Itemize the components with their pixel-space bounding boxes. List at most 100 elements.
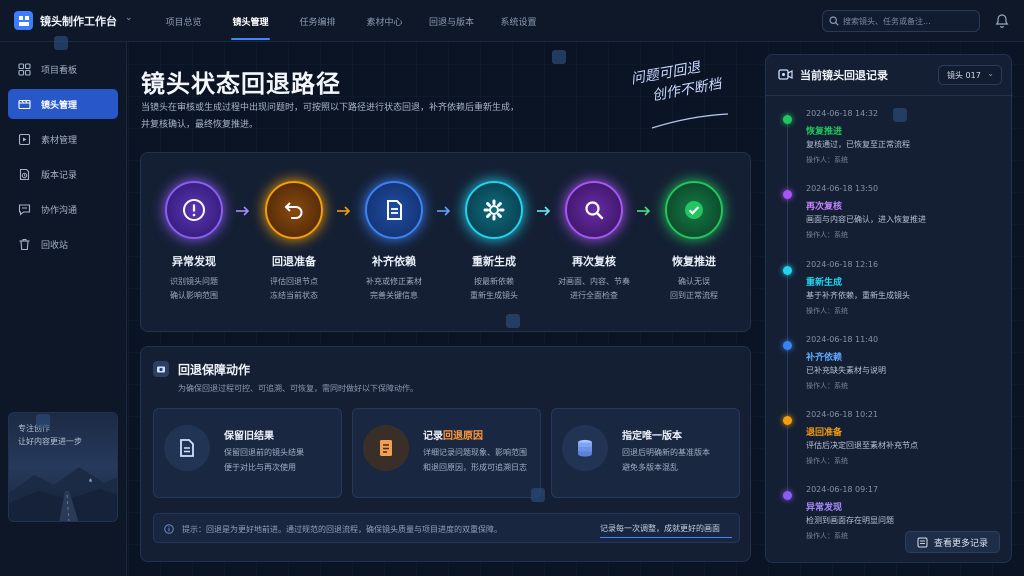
watermark-icon: [36, 414, 50, 428]
record-time: 2024-06-18 10:21: [806, 410, 879, 419]
record-time: 2024-06-18 13:50: [806, 184, 879, 193]
guard-card-title: 记录回退原因: [423, 431, 483, 442]
sidebar-item-asset-management[interactable]: 素材管理: [8, 124, 118, 154]
timeline-item[interactable]: 2024-06-18 11:40 补齐依赖 已补充缺失素材与说明 操作人：系统: [766, 329, 1013, 399]
step-desc-1: 对画面、内容、节奏: [558, 277, 630, 286]
watermark-icon: [531, 488, 545, 502]
shot-select[interactable]: 镜头 017 ⌄: [938, 65, 1002, 85]
record-operator: 操作人：系统: [806, 231, 848, 239]
app-title: 镜头制作工作台: [40, 15, 117, 28]
guard-card-desc-2: 避免多版本混乱: [622, 463, 678, 472]
records-title: 当前镜头回退记录: [800, 69, 888, 82]
log-icon: [380, 440, 392, 456]
guard-card-desc-1: 详细记录问题现象、影响范围: [423, 448, 527, 457]
step-desc-2: 进行全面检查: [570, 291, 618, 300]
check-icon: [685, 201, 703, 219]
tab-asset-center[interactable]: 素材中心: [351, 0, 418, 42]
step-circle: [365, 181, 423, 239]
tab-task-orchestration[interactable]: 任务编排: [284, 0, 351, 42]
page-description-line-2: 并复核确认，最终恢复推进。: [141, 120, 259, 130]
sidebar-item-recycle-bin[interactable]: 回收站: [8, 229, 118, 259]
record-title: 重新生成: [806, 278, 843, 288]
step-name: 恢复推进: [672, 255, 716, 268]
timeline-dot: [783, 266, 792, 275]
camera-icon: [153, 361, 169, 377]
app-logo[interactable]: [14, 11, 33, 30]
sidebar-item-label: 素材管理: [41, 135, 78, 146]
step-desc-1: 补充或修正素材: [366, 277, 422, 286]
tip-link[interactable]: 记录每一次调整，成就更好的画面: [600, 523, 720, 534]
flow-step-regenerate[interactable]: 重新生成 按最新依赖 重新生成镜头: [444, 181, 544, 303]
flow-step-recheck[interactable]: 再次复核 对画面、内容、节奏 进行全面检查: [544, 181, 644, 303]
promo-card: 专注创作 让好内容更进一步: [8, 412, 118, 522]
tab-system-settings[interactable]: 系统设置: [485, 0, 552, 42]
tab-shot-management[interactable]: 镜头管理: [217, 0, 284, 42]
undo-icon: [284, 202, 303, 219]
step-desc-2: 重新生成镜头: [470, 291, 518, 300]
flow-step-rollback-prepare[interactable]: 回退准备 评估回退节点 冻结当前状态: [244, 181, 344, 303]
page-title: 镜头状态回退路径: [141, 70, 341, 98]
timeline-dot: [783, 491, 792, 500]
sidebar-item-version-records[interactable]: 版本记录: [8, 159, 118, 189]
view-more-label: 查看更多记录: [933, 538, 988, 549]
guard-card-keep-old-result[interactable]: 保留旧结果 保留回退前的镜头结果 便于对比与再次使用: [153, 408, 342, 498]
guard-card-record-reason[interactable]: 记录回退原因 详细记录问题现象、影响范围 和退回原因，形成可追溯日志: [352, 408, 541, 498]
film-icon: [18, 99, 31, 109]
rollback-guard-panel: 回退保障动作 为确保回退过程可控、可追溯、可恢复，需同时做好以下保障动作。 保留…: [140, 346, 751, 562]
sidebar-item-project-board[interactable]: 项目看板: [8, 54, 118, 84]
record-title: 再次复核: [806, 202, 843, 212]
timeline-item[interactable]: 2024-06-18 14:32 恢复推进 复核通过，已恢复至正常流程 操作人：…: [766, 103, 1013, 173]
sidebar-item-collaboration[interactable]: 协作沟通: [8, 194, 118, 224]
timeline-item[interactable]: 2024-06-18 12:16 重新生成 基于补齐依赖，重新生成镜头 操作人：…: [766, 254, 1013, 324]
guard-card-desc-1: 保留回退前的镜头结果: [224, 448, 304, 457]
record-operator: 操作人：系统: [806, 532, 848, 540]
chevron-down-icon[interactable]: ⌄: [125, 13, 133, 23]
tip-link-underline: [600, 537, 732, 538]
flow-step-anomaly-found[interactable]: 异常发现 识别镜头问题 确认影响范围: [144, 181, 244, 303]
sidebar-item-label: 回收站: [41, 240, 69, 251]
record-desc: 画面与内容已确认，进入恢复推进: [806, 215, 926, 224]
guard-card-unique-version[interactable]: 指定唯一版本 回退后明确新的基准版本 避免多版本混乱: [551, 408, 740, 498]
list-icon: [917, 537, 928, 547]
page-description: 当镜头在审核或生成过程中出现问题时，可按照以下路径进行状态回退，补齐依赖后重新生…: [141, 100, 561, 134]
step-circle: [265, 181, 323, 239]
watermark-icon: [506, 314, 520, 328]
record-desc: 已补充缺失素材与说明: [806, 366, 886, 375]
main-nav: 项目总览 镜头管理 任务编排 素材中心 回退与版本 系统设置: [150, 0, 552, 42]
chat-icon: [18, 203, 31, 216]
icon-wrap: [363, 425, 409, 471]
tab-rollback-version[interactable]: 回退与版本: [418, 0, 485, 42]
alert-icon: [183, 199, 205, 221]
sidebar-item-shot-management[interactable]: 镜头管理: [8, 89, 118, 119]
record-operator: 操作人：系统: [806, 156, 848, 164]
record-desc: 评估后决定回退至素材补充节点: [806, 441, 918, 450]
step-circle: [465, 181, 523, 239]
flow-step-resume[interactable]: 恢复推进 确认无误 回到正常流程: [644, 181, 744, 303]
sidebar-item-label: 版本记录: [41, 170, 78, 181]
step-desc-2: 确认影响范围: [170, 291, 218, 300]
step-name: 补齐依赖: [372, 255, 416, 268]
timeline-item[interactable]: 2024-06-18 13:50 再次复核 画面与内容已确认，进入恢复推进 操作…: [766, 178, 1013, 248]
timeline-item[interactable]: 2024-06-18 10:21 退回准备 评估后决定回退至素材补充节点 操作人…: [766, 404, 1013, 474]
tip-bar: 提示：回退是为更好地前进。通过规范的回退流程，确保镜头质量与项目进度的双重保障。…: [153, 513, 740, 543]
flow-step-fill-dependencies[interactable]: 补齐依赖 补充或修正素材 完善关键信息: [344, 181, 444, 303]
gear-icon: [483, 199, 505, 221]
sidebar-item-label: 项目看板: [41, 65, 78, 76]
view-more-records-button[interactable]: 查看更多记录: [905, 531, 1000, 553]
record-desc: 复核通过，已恢复至正常流程: [806, 140, 910, 149]
guard-card-desc-1: 回退后明确新的基准版本: [622, 448, 710, 457]
slogan-underline: [651, 113, 729, 129]
sidebar: 项目看板 镜头管理 素材管理 版本记录 协作沟通 回收站 专注创作 让好内容更进…: [0, 42, 127, 576]
shot-select-value: 镜头 017: [947, 70, 981, 80]
record-operator: 操作人：系统: [806, 382, 848, 390]
step-desc-1: 识别镜头问题: [170, 277, 218, 286]
search-box: [822, 10, 980, 32]
bell-icon[interactable]: [994, 13, 1010, 29]
icon-wrap: [562, 425, 608, 471]
promo-line-2: 让好内容更进一步: [18, 437, 82, 446]
timeline-dot: [783, 416, 792, 425]
tab-overview[interactable]: 项目总览: [150, 0, 217, 42]
search-input[interactable]: [843, 16, 973, 26]
video-record-icon: [778, 69, 793, 80]
step-circle: [165, 181, 223, 239]
